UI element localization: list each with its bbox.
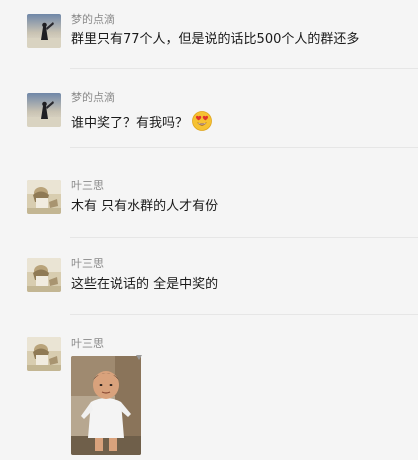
- message-text[interactable]: 这些在说话的 全是中奖的: [71, 276, 218, 294]
- heart-eyes-emoji-icon: [192, 111, 212, 131]
- message-divider: [70, 68, 418, 69]
- avatar[interactable]: [27, 14, 61, 48]
- avatar[interactable]: [27, 93, 61, 127]
- sender-name: 梦的点滴: [71, 91, 115, 104]
- message-divider: [70, 237, 418, 238]
- avatar[interactable]: [27, 180, 61, 214]
- sender-name: 叶三思: [71, 257, 104, 270]
- toddler-photo[interactable]: [71, 356, 141, 455]
- avatar[interactable]: [27, 258, 61, 292]
- message-text[interactable]: 群里只有77个人，但是说的话比500个人的群还多: [71, 31, 359, 49]
- message-divider: [70, 147, 418, 148]
- corner-mark-icon: [136, 355, 142, 360]
- sender-name: 梦的点滴: [71, 13, 115, 26]
- sender-name: 叶三思: [71, 179, 104, 192]
- message-text[interactable]: 木有 只有水群的人才有份: [71, 198, 218, 216]
- chat-history: 梦的点滴 群里只有77个人，但是说的话比500个人的群还多 梦的点滴 谁中奖了？…: [0, 0, 418, 460]
- message-divider: [70, 314, 418, 315]
- message-text-content: 谁中奖了？有我吗？: [71, 116, 189, 131]
- avatar[interactable]: [27, 337, 61, 371]
- sender-name: 叶三思: [71, 337, 104, 350]
- message-text[interactable]: 谁中奖了？有我吗？: [71, 111, 212, 133]
